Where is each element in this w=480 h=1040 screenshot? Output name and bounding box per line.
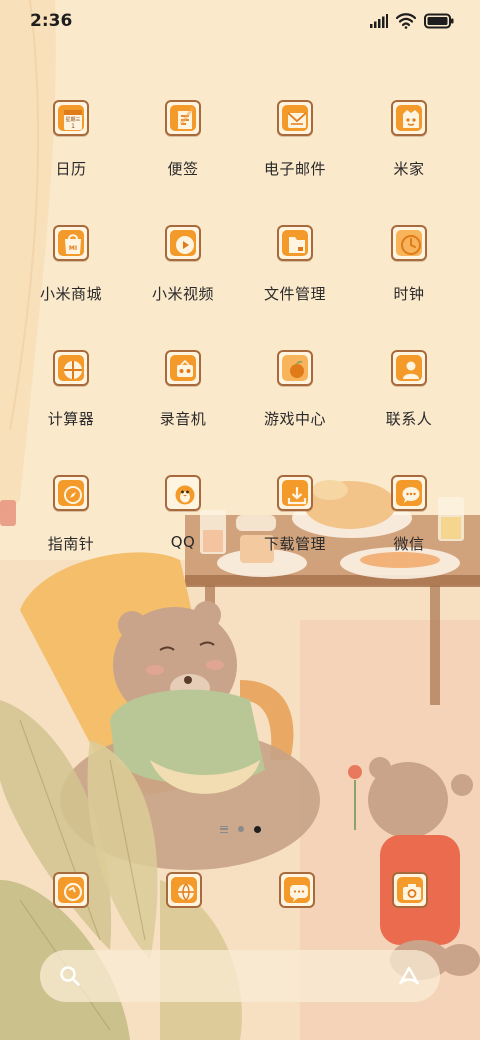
app-label: 游戏中心 [263,410,326,428]
app-label: QQ [170,533,196,551]
compass-icon [53,475,89,511]
app-label: 联系人 [385,410,433,428]
page-indicator [0,822,480,836]
contacts-icon [391,350,427,386]
game-center-icon [277,350,313,386]
phone-icon [63,882,83,902]
status-icons [370,12,454,30]
dock-phone[interactable] [53,872,89,908]
email-icon [277,100,313,136]
app-notes[interactable]: 便签 [128,100,238,200]
search-bar[interactable] [40,950,440,1002]
app-recorder[interactable]: 录音机 [128,350,238,450]
video-play-icon [165,225,201,261]
search-icon[interactable] [58,964,82,988]
clock-icon [391,225,427,261]
app-download-manager[interactable]: 下载管理 [240,475,350,575]
file-manager-icon [277,225,313,261]
battery-icon [424,13,454,29]
minus-one-screen-indicator[interactable] [219,825,228,833]
app-label: 下载管理 [263,535,326,553]
app-label: 便签 [167,160,199,178]
app-label: 计算器 [47,410,95,428]
app-label: 小米商城 [39,285,102,303]
app-label: 微信 [393,535,425,553]
app-file-manager[interactable]: 文件管理 [240,225,350,325]
download-manager-icon [277,475,313,511]
app-mi-store[interactable]: MI 小米商城 [16,225,126,325]
mi-store-icon: MI [53,225,89,261]
app-clock[interactable]: 时钟 [354,225,464,325]
app-label: 录音机 [159,410,207,428]
dock-camera[interactable] [392,872,428,908]
app-qq[interactable]: QQ [128,475,238,575]
qq-penguin-icon [165,475,201,511]
notes-icon [165,100,201,136]
app-label: 文件管理 [263,285,326,303]
browser-icon [178,883,194,901]
dock-browser[interactable] [166,872,202,908]
dock-messages[interactable] [279,872,315,908]
app-email[interactable]: 电子邮件 [240,100,350,200]
messages-icon [290,885,308,902]
app-label: 日历 [55,160,87,178]
signal-icon [370,14,388,28]
app-mi-video[interactable]: 小米视频 [128,225,238,325]
camera-icon [403,884,421,900]
app-contacts[interactable]: 联系人 [354,350,464,450]
page-dot-2-active[interactable] [253,825,261,833]
app-compass[interactable]: 指南针 [16,475,126,575]
mijia-icon [391,100,427,136]
app-mijia[interactable]: 米家 [354,100,464,200]
app-wechat[interactable]: 微信 [354,475,464,575]
calendar-icon: 星期三 1 [53,100,89,136]
app-label: 指南针 [47,535,95,553]
app-label: 米家 [393,160,425,178]
app-calendar[interactable]: 星期三 1 日历 [16,100,126,200]
recorder-icon [165,350,201,386]
app-label: 小米视频 [151,285,214,303]
calculator-icon [53,350,89,386]
wifi-icon [396,13,416,29]
page-dot-1[interactable] [237,826,244,832]
app-calculator[interactable]: 计算器 [16,350,126,450]
status-bar: 2:36 [0,0,480,44]
status-time: 2:36 [30,11,73,31]
assistant-icon[interactable] [396,964,422,988]
app-game-center[interactable]: 游戏中心 [240,350,350,450]
app-label: 时钟 [393,285,425,303]
wechat-icon [391,475,427,511]
app-label: 电子邮件 [263,160,326,178]
